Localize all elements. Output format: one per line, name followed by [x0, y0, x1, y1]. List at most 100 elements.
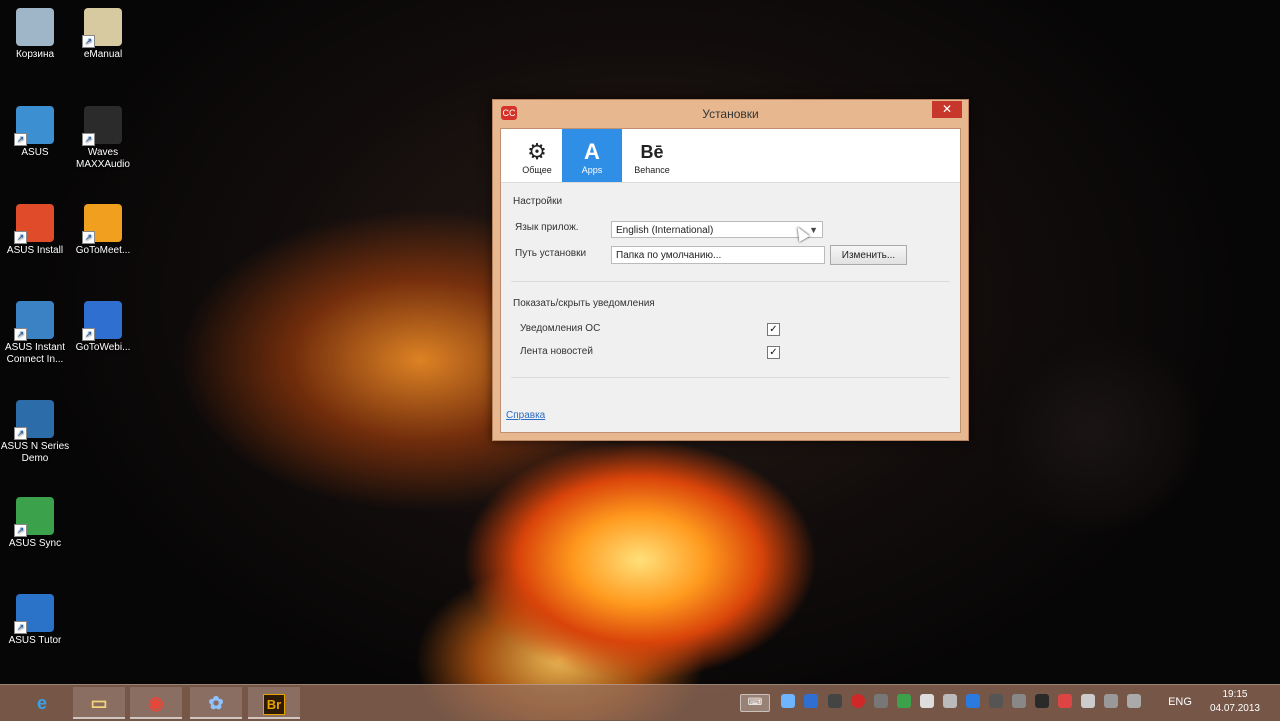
gotowebinar-icon: ↗ [82, 301, 122, 341]
power-tray-icon[interactable] [1104, 694, 1118, 708]
alert-tray-icon[interactable] [851, 694, 865, 708]
gear-icon: ⚙ [527, 139, 547, 164]
desktop-icon-label: Waves MAXXAudio [76, 147, 130, 170]
desktop-icon-label: GoToWebi... [75, 342, 131, 353]
divider [511, 377, 950, 378]
taskbar-gotomeeting-button[interactable]: ✿ [190, 687, 242, 719]
desktop-icon[interactable]: ↗ ASUS Tutor [0, 594, 70, 647]
display-tray-icon[interactable] [828, 694, 842, 708]
taskbar-chrome-button[interactable]: ◉ [130, 687, 182, 719]
news-feed-label: Лента новостей [520, 346, 593, 357]
desktop-icon-label: ASUS Install [6, 245, 64, 256]
battery-tray-icon[interactable] [989, 694, 1003, 708]
desktop-icon[interactable]: ↗ GoToMeet... [68, 204, 138, 257]
chrome-icon: ◉ [148, 693, 164, 713]
shortcut-arrow-icon: ↗ [14, 328, 27, 341]
gotomeeting-tray-icon[interactable] [781, 694, 795, 708]
desktop-icon-label: Корзина [15, 49, 55, 60]
emanual-icon: ↗ [82, 8, 122, 48]
desktop-icon[interactable]: ↗ ASUS [0, 106, 70, 159]
clock-time: 19:15 [1222, 689, 1248, 700]
shortcut-arrow-icon: ↗ [14, 133, 27, 146]
link-tray-icon[interactable] [874, 694, 888, 708]
adobe-bridge-icon: Br [262, 694, 286, 715]
usb-tray-icon[interactable] [943, 694, 957, 708]
desktop-icon-label: ASUS Instant Connect In... [4, 342, 66, 365]
desktop-icon-label: ASUS [21, 147, 49, 158]
dialog-body: ⚙ Общее A Apps Bē Behance Настройки Язык… [500, 128, 961, 433]
desktop-icon[interactable]: ↗ ASUS Install [0, 204, 70, 257]
shortcut-arrow-icon: ↗ [14, 621, 27, 634]
volume-tray-icon[interactable] [1081, 694, 1095, 708]
language-value: English (International) [616, 225, 714, 236]
asus-folder-icon: ↗ [14, 106, 54, 146]
clock-date: 04.07.2013 [1209, 703, 1260, 714]
title-bar[interactable]: CC Установки ✕ [493, 100, 968, 128]
dialog-title: Установки [702, 107, 759, 121]
adobe-icon: A [584, 139, 600, 164]
desktop-icon-label: ASUS Tutor [8, 635, 62, 646]
help-link[interactable]: Справка [506, 410, 545, 421]
recycle-bin-icon [16, 8, 54, 46]
tab-behance-label: Behance [634, 165, 670, 175]
waves-audio-icon: ↗ [82, 106, 122, 146]
settings-dialog: CC Установки ✕ ⚙ Общее A Apps Bē Behance… [492, 99, 969, 441]
tab-general[interactable]: ⚙ Общее [507, 129, 567, 182]
os-notifications-checkbox[interactable]: ✓ [767, 323, 780, 336]
shortcut-arrow-icon: ↗ [82, 35, 95, 48]
wifi-tray-icon[interactable] [1012, 694, 1026, 708]
clock[interactable]: 19:15 04.07.2013 [1210, 688, 1260, 716]
news-feed-checkbox[interactable]: ✓ [767, 346, 780, 359]
category-toolbar: ⚙ Общее A Apps Bē Behance [501, 129, 960, 183]
divider [511, 281, 950, 282]
asus-install-icon: ↗ [14, 204, 54, 244]
asus-tutor-icon: ↗ [14, 594, 54, 634]
desktop-icon[interactable]: ↗ GoToWebi... [68, 301, 138, 354]
taskbar-file-explorer-button[interactable]: ▭ [73, 687, 125, 719]
shortcut-arrow-icon: ↗ [14, 427, 27, 440]
shortcut-arrow-icon: ↗ [14, 231, 27, 244]
change-path-button[interactable]: Изменить... [830, 245, 907, 265]
tab-behance[interactable]: Bē Behance [622, 129, 682, 182]
sync-tray-icon[interactable] [897, 694, 911, 708]
taskbar-internet-explorer-button[interactable]: e [16, 687, 68, 719]
tab-general-label: Общее [522, 165, 552, 175]
desktop-icon-label: GoToMeet... [75, 245, 131, 256]
desktop-icon-label: ASUS Sync [8, 538, 62, 549]
desktop-icon[interactable]: ↗ Waves MAXXAudio [68, 106, 138, 171]
desktop-icon[interactable]: ↗ ASUS Instant Connect In... [0, 301, 70, 366]
notifications-group-title: Показать/скрыть уведомления [513, 298, 655, 309]
asus-instant-connect-icon: ↗ [14, 301, 54, 341]
install-path-label: Путь установки [515, 248, 587, 259]
gotomeeting-icon: ✿ [208, 693, 224, 713]
desktop-icon[interactable]: Корзина [0, 8, 70, 61]
keyboard-icon[interactable]: ⌨ [740, 694, 770, 712]
bluetooth-tray-icon[interactable] [966, 694, 980, 708]
file-explorer-icon: ▭ [90, 693, 108, 713]
desktop-icon-label: eManual [83, 49, 123, 60]
action-center-flag-icon[interactable] [1127, 694, 1141, 708]
antivirus-tray-icon[interactable] [1058, 694, 1072, 708]
desktop-icon[interactable]: ↗ ASUS Sync [0, 497, 70, 550]
shortcut-arrow-icon: ↗ [14, 524, 27, 537]
network-tray-icon[interactable] [804, 694, 818, 708]
shortcut-arrow-icon: ↗ [82, 133, 95, 146]
shortcut-arrow-icon: ↗ [82, 231, 95, 244]
desktop-icon-label: ASUS N Series Demo [0, 441, 70, 464]
asus-n-series-icon: ↗ [14, 400, 54, 440]
install-path-field[interactable]: Папка по умолчанию... [611, 246, 825, 264]
os-notifications-label: Уведомления ОС [520, 323, 601, 334]
close-button[interactable]: ✕ [932, 101, 962, 118]
gotomeeting-icon: ↗ [82, 204, 122, 244]
desktop-icon[interactable]: ↗ eManual [68, 8, 138, 61]
taskbar-adobe-bridge-button[interactable]: Br [248, 687, 300, 719]
monitor-tray-icon[interactable] [1035, 694, 1049, 708]
printer-tray-icon[interactable] [920, 694, 934, 708]
taskbar: e ▭ ◉ ✿ Br ⌨ ENG 19:15 04.07.2013 [0, 684, 1280, 721]
behance-icon: Bē [640, 142, 664, 162]
desktop-icon[interactable]: ↗ ASUS N Series Demo [0, 400, 70, 465]
tab-apps[interactable]: A Apps [562, 129, 622, 182]
tab-apps-label: Apps [581, 165, 603, 175]
shortcut-arrow-icon: ↗ [82, 328, 95, 341]
input-language[interactable]: ENG [1165, 692, 1195, 712]
